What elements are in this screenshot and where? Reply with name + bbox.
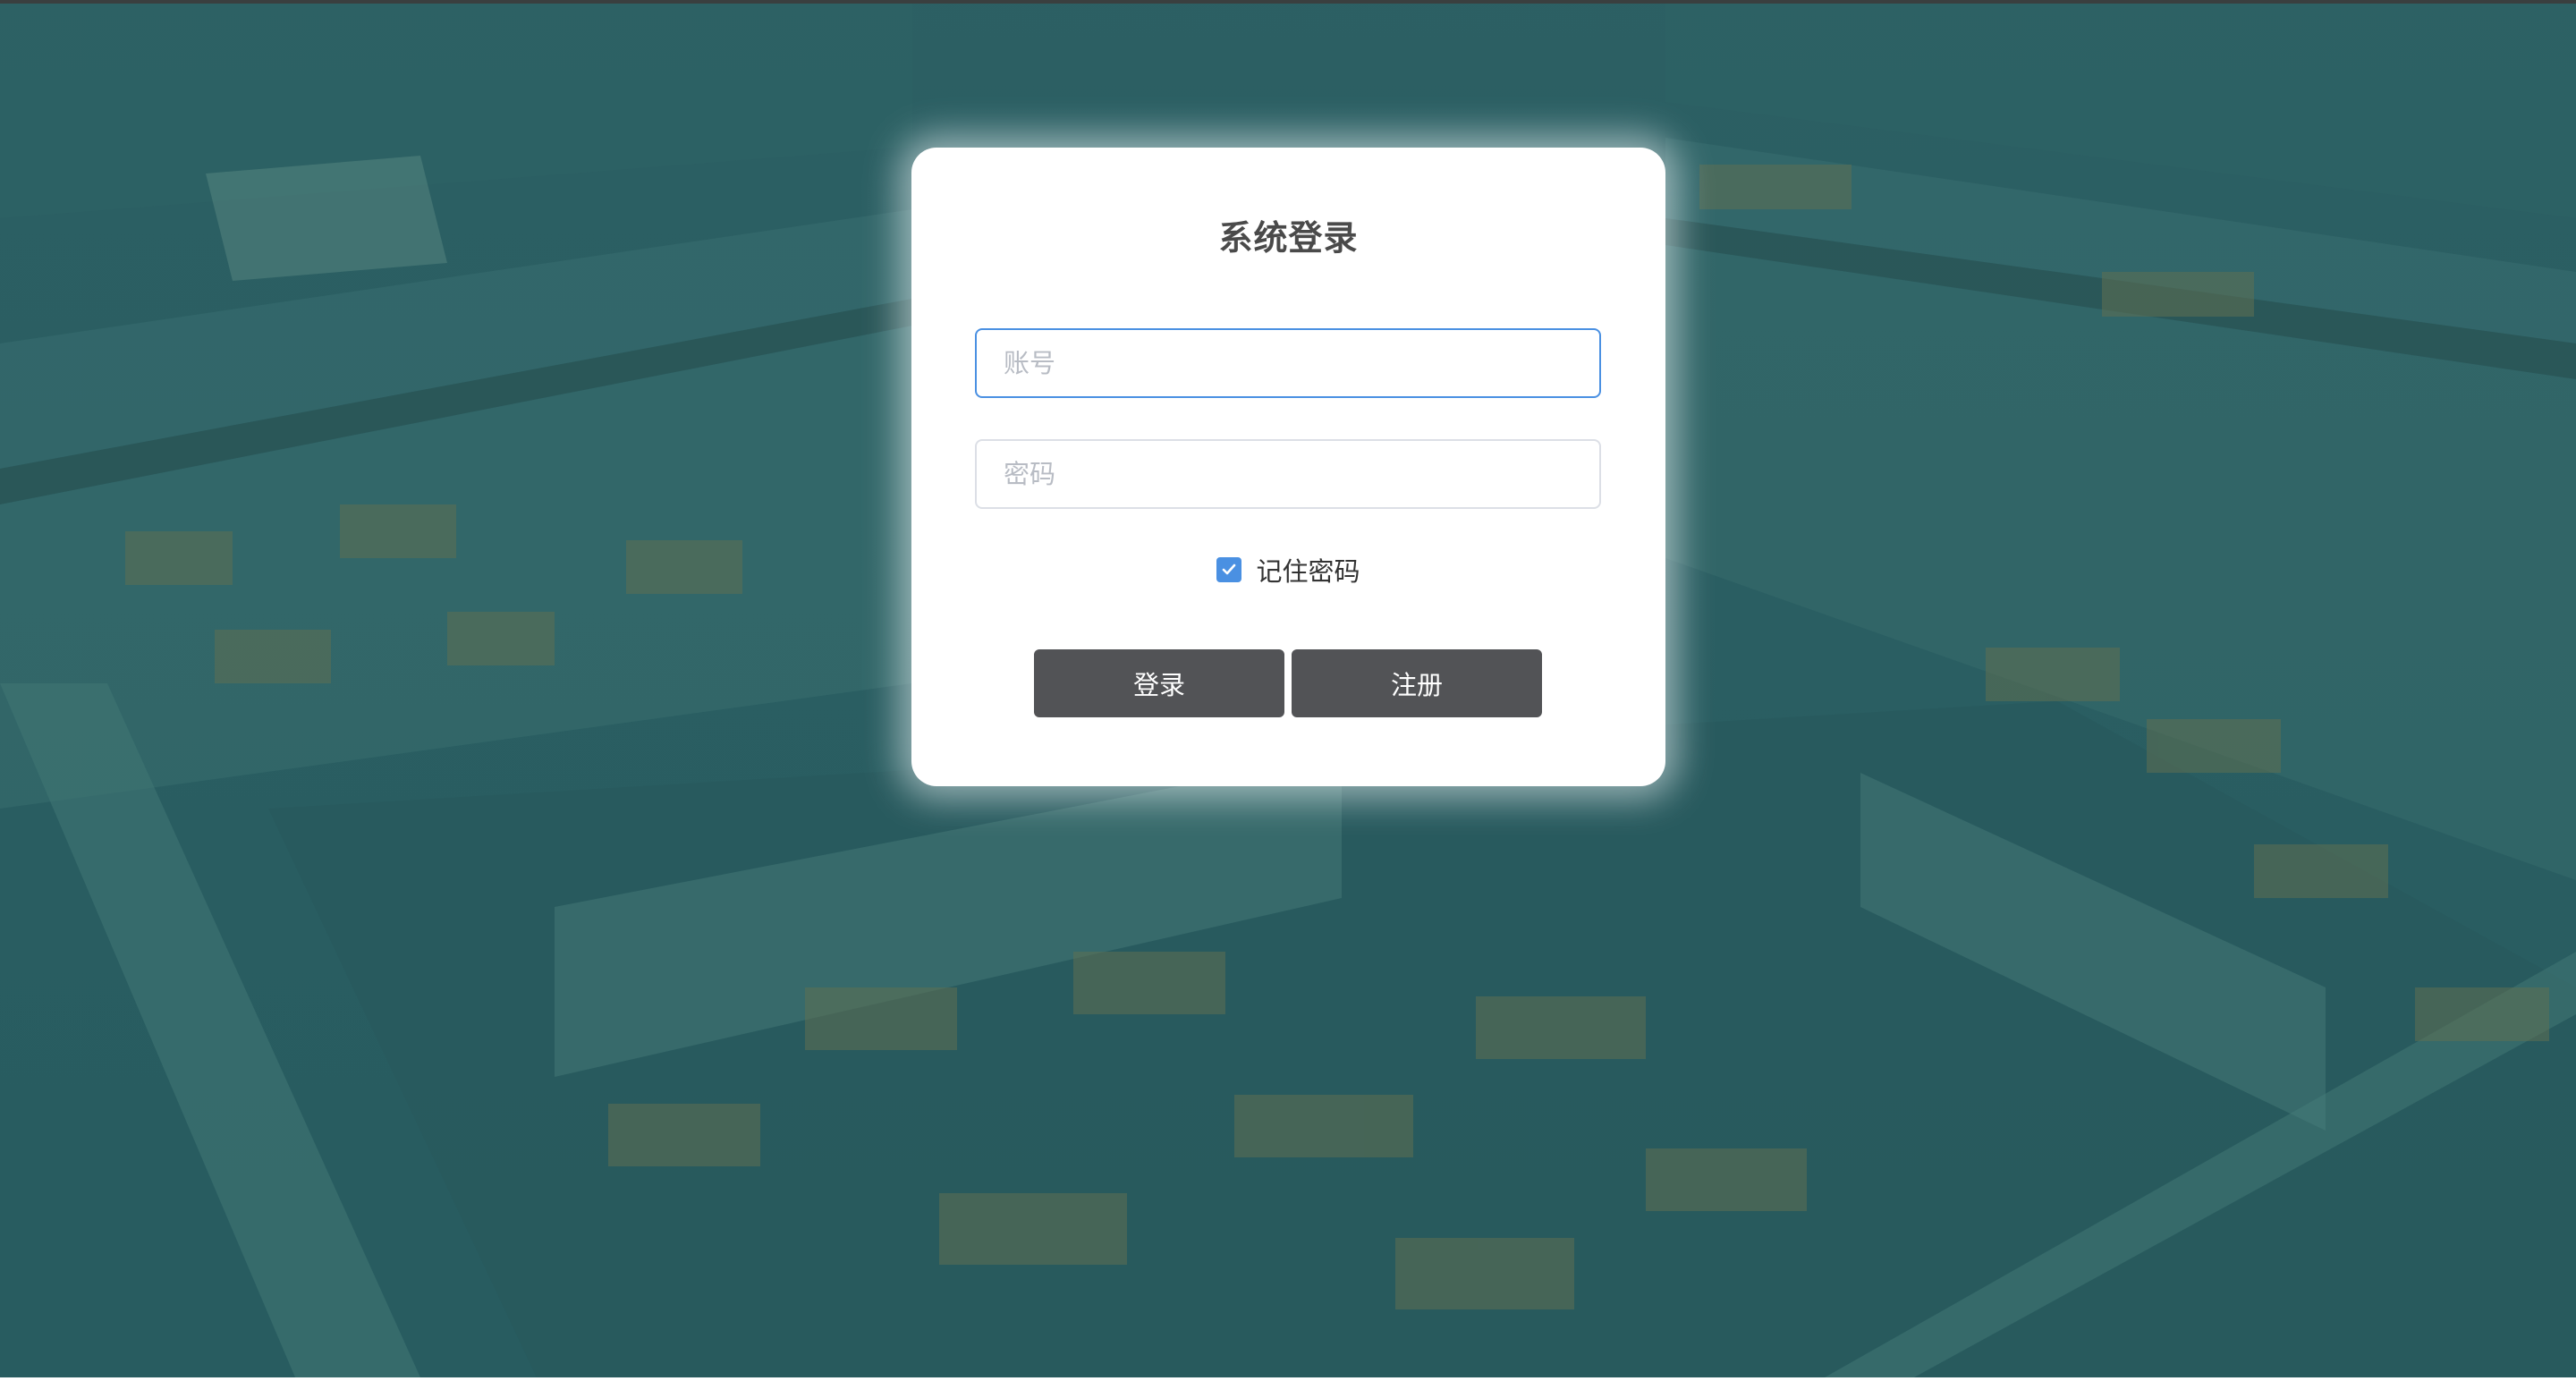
login-card: 系统登录 记住密码 登录 注册: [911, 148, 1665, 786]
remember-label[interactable]: 记住密码: [1256, 551, 1360, 589]
bottom-strip: [0, 1377, 2576, 1398]
password-input[interactable]: [975, 439, 1601, 509]
account-input[interactable]: [975, 328, 1601, 398]
remember-password-row[interactable]: 记住密码: [911, 551, 1665, 589]
register-button[interactable]: 注册: [1292, 649, 1542, 717]
check-icon: [1223, 563, 1236, 575]
login-button[interactable]: 登录: [1034, 649, 1284, 717]
login-title: 系统登录: [1218, 218, 1359, 258]
login-page: 系统登录 记住密码 登录 注册: [0, 0, 2576, 1398]
remember-checkbox[interactable]: [1216, 557, 1242, 582]
